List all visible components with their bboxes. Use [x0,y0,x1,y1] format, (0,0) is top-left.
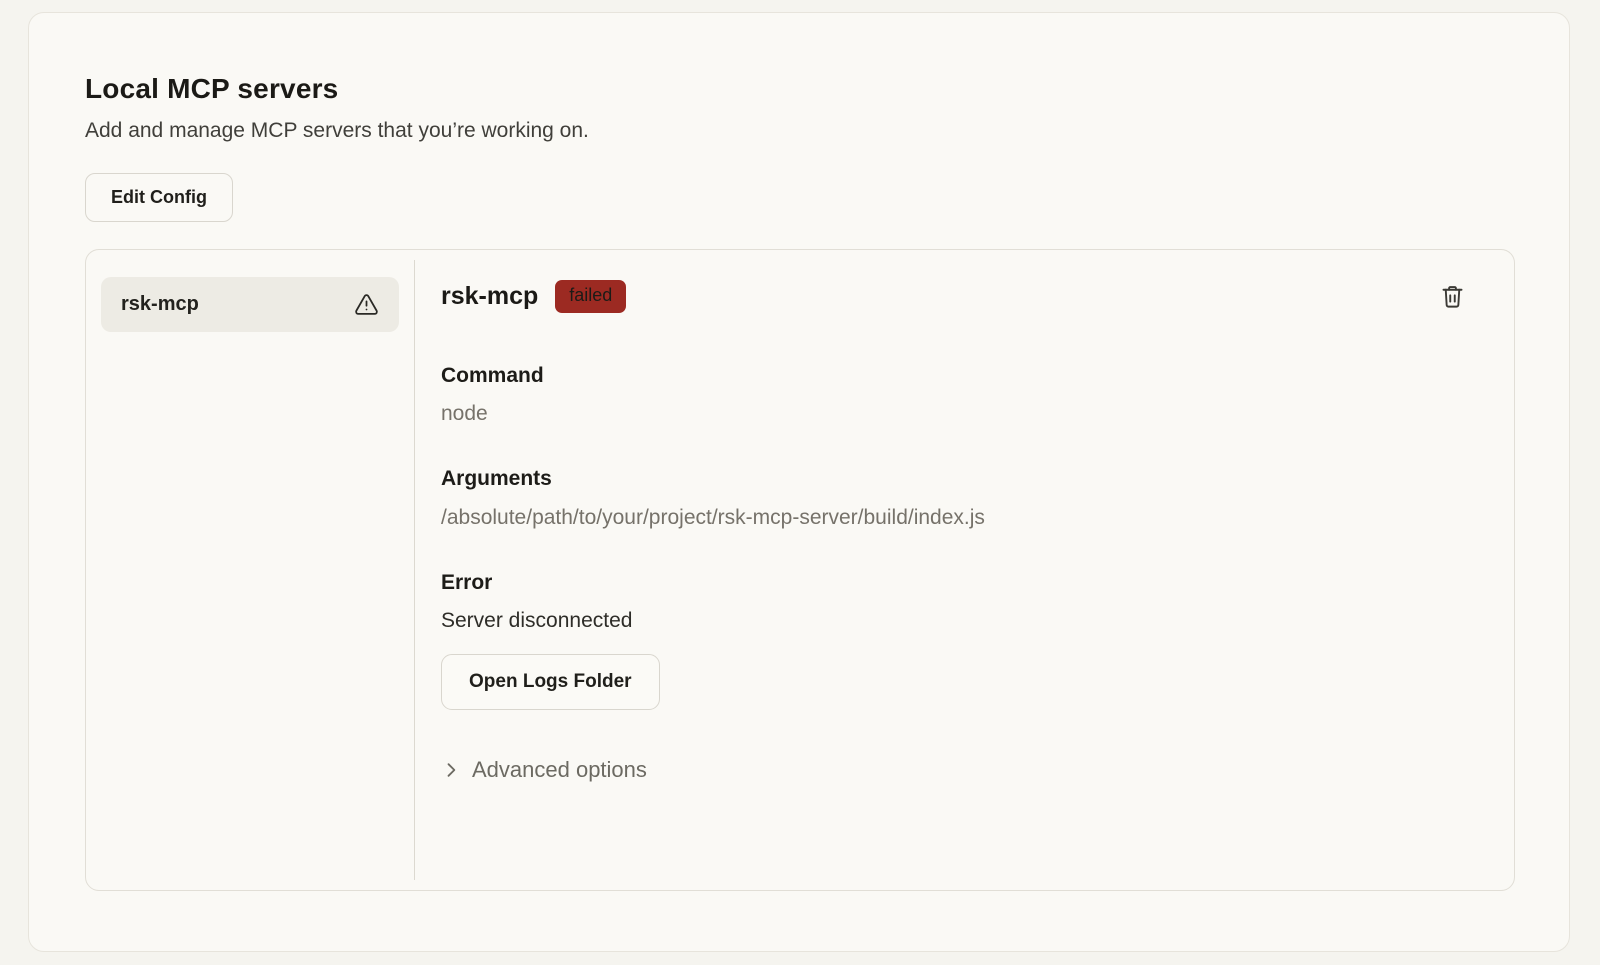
arguments-field: Arguments /absolute/path/to/your/project… [441,466,1468,529]
advanced-options-label: Advanced options [472,757,647,783]
chevron-right-icon [441,760,461,780]
trash-icon [1439,283,1466,310]
advanced-options-toggle[interactable]: Advanced options [441,757,647,783]
open-logs-folder-button[interactable]: Open Logs Folder [441,654,660,710]
server-detail-header: rsk-mcp failed [441,276,1468,317]
local-mcp-servers-card: Local MCP servers Add and manage MCP ser… [28,12,1570,952]
delete-server-button[interactable] [1437,281,1468,312]
command-label: Command [441,363,1468,388]
edit-config-button[interactable]: Edit Config [85,173,233,222]
server-list-item-rsk-mcp[interactable]: rsk-mcp [101,277,399,332]
command-field: Command node [441,363,1468,426]
error-label: Error [441,570,1468,595]
page-subtitle: Add and manage MCP servers that you’re w… [85,119,1513,143]
warning-triangle-icon [354,292,379,317]
server-detail-header-left: rsk-mcp failed [441,280,626,314]
server-detail-pane: rsk-mcp failed Co [415,250,1514,890]
error-field: Error Server disconnected [441,570,1468,633]
command-value: node [441,401,1468,426]
arguments-label: Arguments [441,466,1468,491]
server-list-sidebar: rsk-mcp [86,250,414,890]
server-panel: rsk-mcp rsk-mcp failed [85,249,1515,891]
error-value: Server disconnected [441,608,1468,633]
status-badge: failed [555,280,626,314]
server-list-item-label: rsk-mcp [121,293,199,316]
page-title: Local MCP servers [85,73,1513,105]
server-detail-title: rsk-mcp [441,282,538,311]
arguments-value: /absolute/path/to/your/project/rsk-mcp-s… [441,505,1468,530]
